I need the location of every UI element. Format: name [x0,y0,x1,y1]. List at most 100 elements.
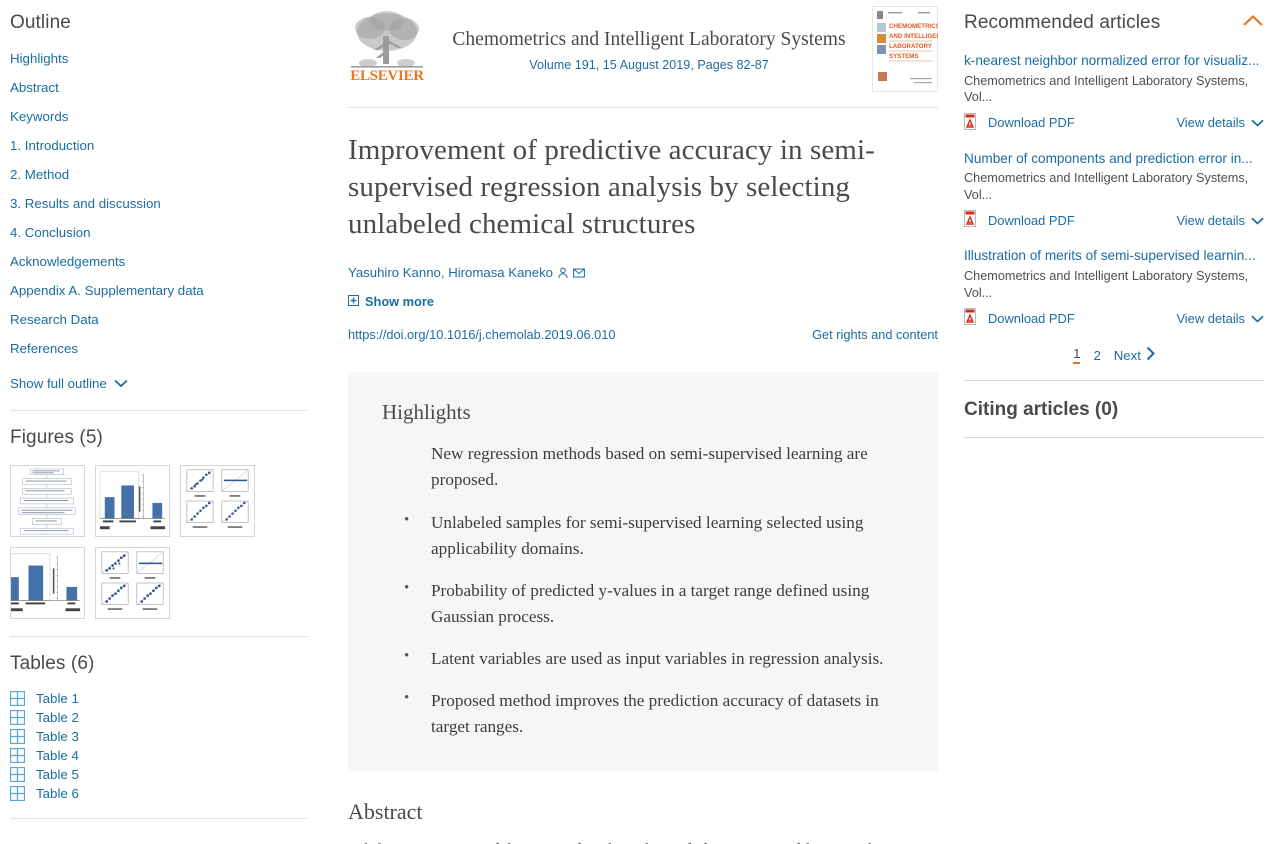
table-link[interactable]: Table 2 [36,710,79,725]
envelope-icon[interactable] [573,267,585,279]
figure-3-scatter-grid[interactable] [180,465,255,537]
person-icon[interactable] [557,267,569,279]
list-item: Proposed method improves the prediction … [400,687,904,740]
outline-item-research-data[interactable]: Research Data [10,311,308,329]
outline-item-conclusion[interactable]: 4. Conclusion [10,224,308,242]
outline-item-appendix[interactable]: Appendix A. Supplementary data [10,282,308,300]
svg-text:LABORATORY: LABORATORY [889,43,933,50]
recommended-article-source: Chemometrics and Intelligent Laboratory … [964,269,1249,300]
recommended-header: Recommended articles [964,12,1264,34]
list-item[interactable]: Table 3 [9,728,308,745]
outline-link[interactable]: 2. Method [10,167,69,182]
figure-5-scatter-grid[interactable] [95,547,170,619]
page-2-button[interactable]: 2 [1093,348,1100,363]
highlights-heading: Highlights [382,400,471,425]
outline-item-abstract[interactable]: Abstract [10,79,308,97]
figure-4-bar-chart[interactable] [10,547,85,619]
recommended-article-title[interactable]: Number of components and prediction erro… [964,150,1264,168]
outline-link[interactable]: Research Data [10,312,99,327]
doi-link[interactable]: https://doi.org/10.1016/j.chemolab.2019.… [348,327,616,342]
outline-link[interactable]: Highlights [10,51,68,66]
view-details-button[interactable]: View details [1176,213,1264,228]
journal-cover-thumbnail[interactable]: CHEMOMETRICS AND INTELLIGENT LABORATORY … [871,5,945,97]
recommended-pagination: 1 2 Next [964,346,1264,365]
right-sidebar-divider [964,380,1264,382]
list-item: Probability of predicted y-values in a t… [400,577,904,630]
outline-link[interactable]: Appendix A. Supplementary data [10,283,204,298]
table-link[interactable]: Table 3 [36,729,79,744]
list-item: New regression methods based on semi-sup… [431,444,868,490]
outline-link[interactable]: 3. Results and discussion [10,196,161,211]
journal-header: ELSEVIER Chemometrics and Intelligent La… [348,0,945,108]
outline-item-highlights[interactable]: Highlights [10,50,308,68]
outline-list: Highlights Abstract Keywords 1. Introduc… [10,50,308,358]
recommended-article-title[interactable]: k-nearest neighbor normalized error for … [964,52,1264,70]
pdf-icon [964,210,979,230]
outline-link[interactable]: 1. Introduction [10,138,94,153]
table-link[interactable]: Table 5 [36,767,79,782]
recommended-article-title[interactable]: Illustration of merits of semi-supervise… [964,247,1264,265]
show-more-label: Show more [365,294,434,310]
table-link[interactable]: Table 1 [36,691,79,706]
view-details-button[interactable]: View details [1176,115,1264,130]
journal-title-block: Chemometrics and Intelligent Laboratory … [436,6,862,72]
list-item[interactable]: Table 2 [9,709,308,726]
chevron-down-icon [1251,311,1264,326]
outline-link[interactable]: 4. Conclusion [10,225,91,240]
chevron-up-icon[interactable] [1242,14,1264,32]
page-title: Improvement of predictive accuracy in se… [348,134,875,241]
outline-link[interactable]: Acknowledgements [10,254,125,269]
list-item[interactable]: Table 6 [9,785,308,802]
figure-1-flowchart[interactable] [10,465,85,537]
outline-item-results[interactable]: 3. Results and discussion [10,195,308,213]
outline-item-method[interactable]: 2. Method [10,166,308,184]
article-main: ELSEVIER Chemometrics and Intelligent La… [330,0,958,844]
view-details-button[interactable]: View details [1176,311,1264,326]
article-page: Outline Highlights Abstract Keywords 1. … [0,0,1278,844]
table-link[interactable]: Table 6 [36,786,79,801]
get-rights-link[interactable]: Get rights and content [812,327,938,342]
table-link[interactable]: Table 4 [36,748,79,763]
outline-item-references[interactable]: References [10,340,308,358]
download-pdf-label: Download PDF [988,115,1075,131]
outline-item-introduction[interactable]: 1. Introduction [10,137,308,155]
journal-volume-line[interactable]: Volume 191, 15 August 2019, Pages 82-87 [436,58,862,72]
download-pdf-button[interactable]: Download PDF [964,112,1075,133]
show-full-outline-label: Show full outline [10,376,107,391]
right-sidebar-divider-2 [964,437,1264,439]
author-names[interactable]: Yasuhiro Kanno, Hiromasa Kaneko [348,265,553,280]
show-more-button[interactable]: Show more [348,294,434,309]
sidebar-divider-3 [10,818,308,819]
abstract-heading: Abstract [348,798,423,824]
outline-item-acknowledgements[interactable]: Acknowledgements [10,253,308,271]
outline-link[interactable]: References [10,341,78,356]
chevron-down-icon [1251,115,1264,130]
table-icon [9,766,26,783]
svg-text:AND INTELLIGENT: AND INTELLIGENT [889,33,938,40]
recommended-article-actions: Download PDF View details [964,112,1264,133]
show-full-outline-button[interactable]: Show full outline [10,376,128,391]
download-pdf-button[interactable]: Download PDF [964,308,1075,328]
list-item[interactable]: Table 5 [9,766,308,783]
page-1-button[interactable]: 1 [1073,346,1081,365]
citing-articles-heading: Citing articles (0) [964,399,1119,421]
next-page-button[interactable]: Next [1114,346,1155,364]
list-item[interactable]: Table 1 [9,690,308,707]
download-pdf-button[interactable]: Download PDF [964,210,1075,230]
figure-row-2 [10,547,308,619]
outline-link[interactable]: Keywords [10,109,68,124]
sidebar-divider-1 [10,410,308,411]
list-item: Latent variables are used as input varia… [400,645,904,672]
figure-2-bar-chart[interactable] [95,465,170,537]
outline-link[interactable]: Abstract [10,80,59,95]
view-details-label: View details [1176,212,1245,228]
svg-text:CHEMOMETRICS: CHEMOMETRICS [889,23,938,30]
table-icon [9,747,26,764]
figure-thumbnails [10,465,308,619]
recommended-article-source: Chemometrics and Intelligent Laboratory … [964,171,1249,202]
elsevier-logo[interactable]: ELSEVIER [348,6,426,87]
list-item[interactable]: Table 4 [9,747,308,764]
recommended-article-2: Number of components and prediction erro… [964,150,1264,231]
outline-item-keywords[interactable]: Keywords [10,108,308,126]
table-icon [9,690,26,707]
